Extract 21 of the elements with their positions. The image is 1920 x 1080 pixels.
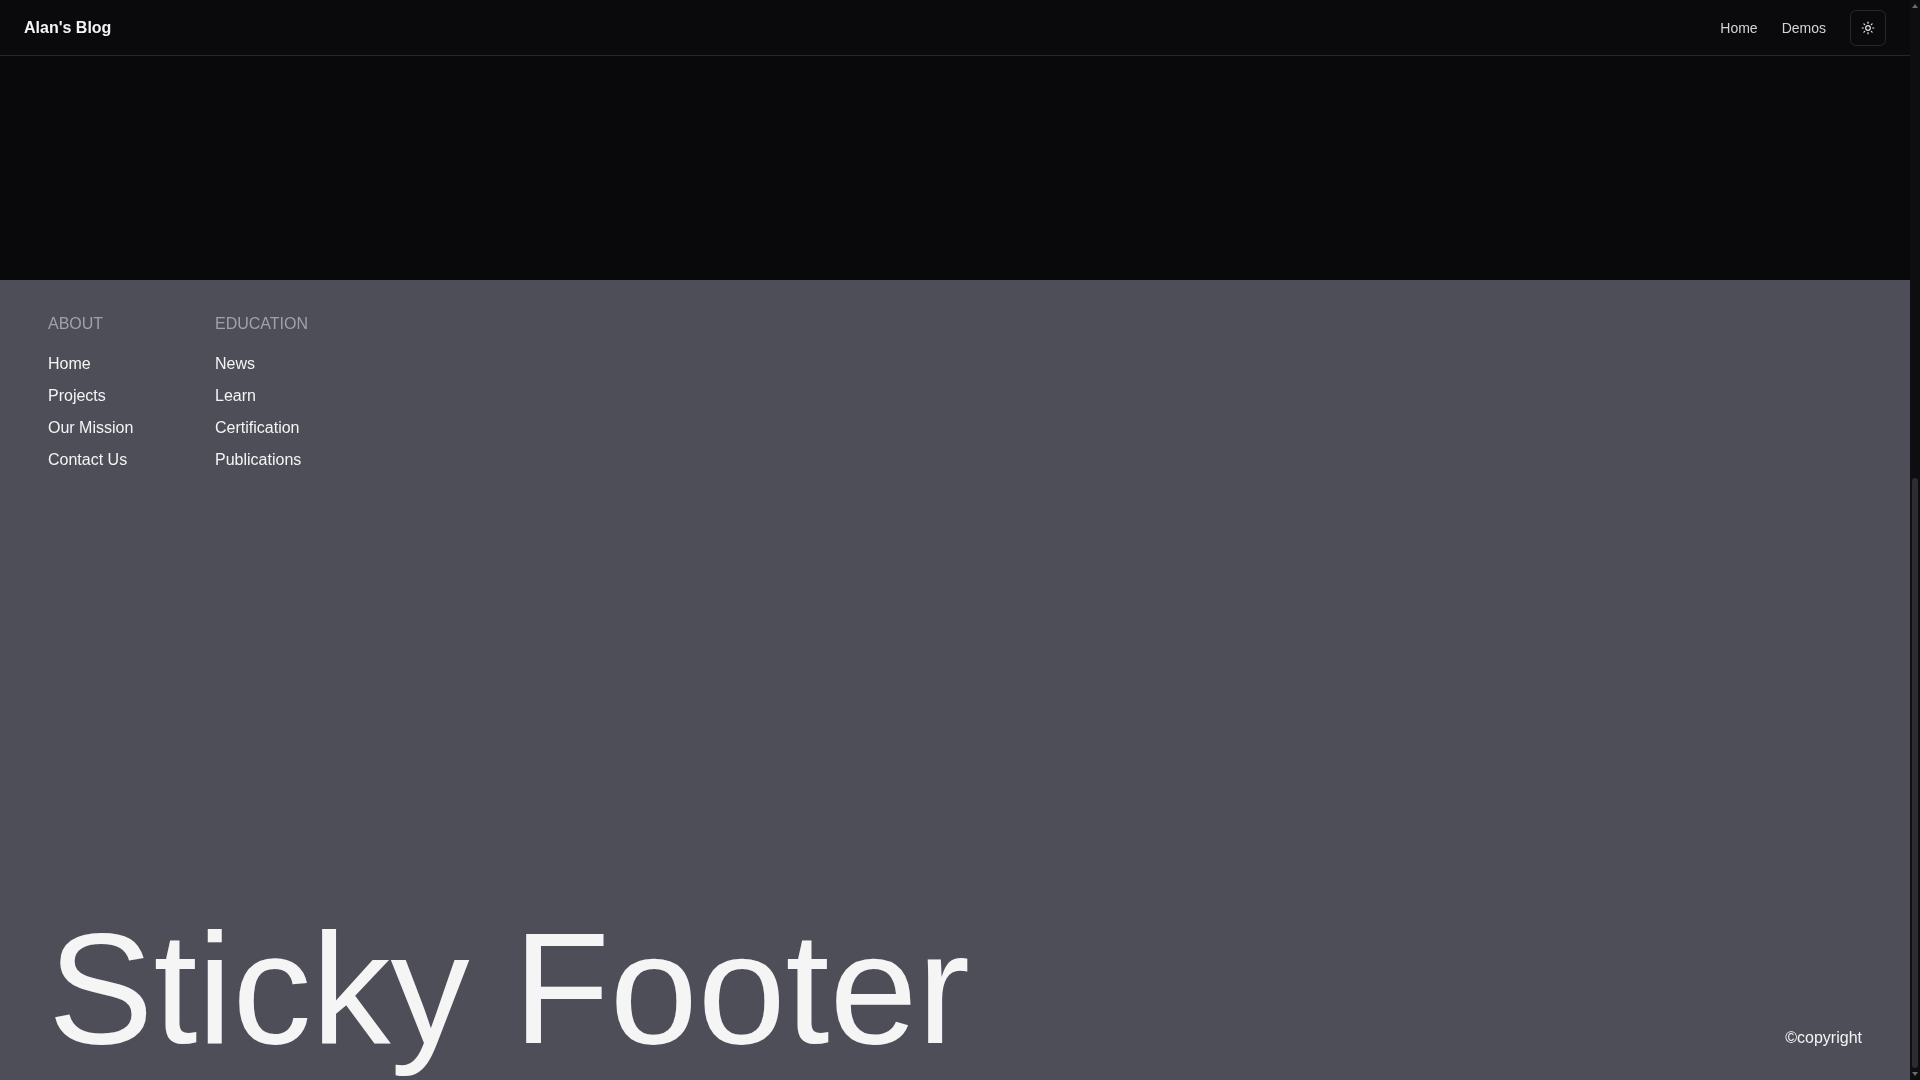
footer-heading: ABOUT xyxy=(48,314,105,334)
footer-link[interactable]: News xyxy=(215,352,309,376)
arrow-down-icon[interactable] xyxy=(1912,1072,1918,1076)
footer-link[interactable]: Publications xyxy=(215,448,309,472)
footer-heading: EDUCATION xyxy=(215,314,309,334)
footer-link[interactable]: Certification xyxy=(215,416,309,440)
footer-link[interactable]: Our Mission xyxy=(48,416,215,440)
copyright-text: ©copyright xyxy=(1785,1028,1862,1049)
footer-link[interactable]: Contact Us xyxy=(48,448,215,472)
footer-link[interactable]: Learn xyxy=(215,384,309,408)
sun-icon xyxy=(1861,20,1875,35)
theme-toggle-button[interactable] xyxy=(1850,9,1886,46)
scrollbar[interactable] xyxy=(1910,0,1920,1080)
scrollbar-thumb[interactable] xyxy=(1912,478,1918,1068)
site-title[interactable]: Alan's Blog xyxy=(24,15,112,40)
footer-link[interactable]: Projects xyxy=(48,384,215,408)
arrow-up-icon[interactable] xyxy=(1912,4,1918,8)
footer-headline: Sticky Footer xyxy=(48,899,970,1079)
footer-link[interactable]: Home xyxy=(48,352,215,376)
nav-link[interactable]: Demos xyxy=(1781,17,1826,38)
nav-link[interactable]: Home xyxy=(1720,17,1758,38)
